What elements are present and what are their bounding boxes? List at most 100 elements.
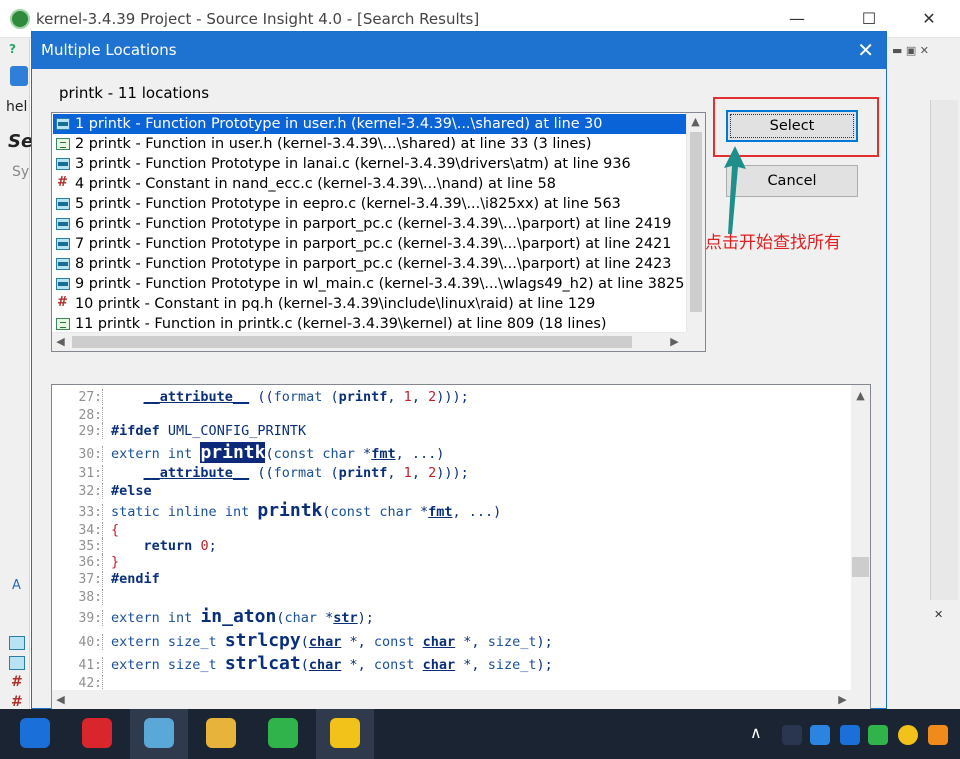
- wechat-tray-icon[interactable]: [868, 725, 888, 745]
- qq-icon[interactable]: [898, 725, 918, 745]
- scroll-left-arrow-icon[interactable]: ◀: [52, 333, 69, 350]
- right-scrollbar[interactable]: [930, 100, 958, 600]
- list-vertical-scrollbar[interactable]: ▲: [686, 113, 705, 332]
- maximize-button[interactable]: ☐: [846, 4, 892, 34]
- code-token: fmt: [428, 504, 453, 520]
- code-token: const: [330, 504, 372, 520]
- code-line[interactable]: 27: __attribute__ ((format (printf, 1, 2…: [52, 389, 850, 405]
- back-arrow-icon[interactable]: [10, 66, 28, 86]
- taskbar-app[interactable]: [192, 709, 250, 759]
- list-item[interactable]: 1 printk - Function Prototype in user.h …: [53, 114, 686, 134]
- code-line[interactable]: 32: #else: [52, 483, 850, 499]
- list-item[interactable]: 2 printk - Function in user.h (kernel-3.…: [53, 134, 686, 154]
- cat-icon[interactable]: [782, 725, 802, 745]
- code-line[interactable]: 38:: [52, 589, 850, 605]
- code-line[interactable]: 28:: [52, 407, 850, 423]
- search-panel-fragment: Se: [8, 131, 34, 152]
- code-token: extern: [111, 446, 160, 462]
- constant-icon: #: [11, 674, 23, 690]
- code-line[interactable]: 35: return 0;: [52, 538, 850, 554]
- constant-icon: #: [57, 295, 68, 310]
- left-panel-background: ? hel Se Sy A # #: [0, 38, 34, 710]
- list-item[interactable]: 9 printk - Function Prototype in wl_main…: [53, 274, 686, 294]
- code-line[interactable]: 39: extern int in_aton(char *str);: [52, 606, 850, 627]
- locations-listbox[interactable]: 1 printk - Function Prototype in user.h …: [51, 112, 706, 352]
- help-tab-fragment[interactable]: hel: [6, 99, 27, 115]
- code-scroll-thumb[interactable]: [852, 557, 869, 577]
- scroll-right-arrow-icon[interactable]: ▶: [666, 333, 683, 350]
- code-token: format: [273, 465, 323, 481]
- line-number: 39:: [78, 611, 102, 626]
- gutter-marker: [102, 538, 111, 554]
- code-token: printf: [338, 389, 388, 405]
- font-size-fragment[interactable]: A: [12, 578, 21, 593]
- code-horizontal-scrollbar[interactable]: ◀ ▶: [52, 690, 853, 709]
- panel-minimize-icon[interactable]: ▬ ▣ ✕: [892, 44, 929, 57]
- code-vertical-scrollbar[interactable]: ▲: [851, 385, 870, 691]
- dialog-title: Multiple Locations: [41, 41, 177, 59]
- close-button[interactable]: ✕: [906, 4, 952, 34]
- security-shield-icon[interactable]: [928, 725, 948, 745]
- symbol-input-fragment[interactable]: Sy: [12, 164, 29, 180]
- taskbar-app[interactable]: [68, 709, 126, 759]
- tray-chevron-icon[interactable]: ∧: [750, 723, 762, 742]
- select-button[interactable]: Select: [726, 110, 858, 142]
- code-line[interactable]: 30: extern int printk(const char *fmt, ..…: [52, 442, 850, 463]
- list-item[interactable]: 11 printk - Function in printk.c (kernel…: [53, 314, 686, 334]
- list-item[interactable]: 3 printk - Function Prototype in lanai.c…: [53, 154, 686, 174]
- code-line[interactable]: 41: extern size_t strlcat(char *, const c…: [52, 653, 850, 674]
- thunder-tray-icon[interactable]: [840, 725, 860, 745]
- code-token: char: [308, 657, 342, 673]
- scroll-up-arrow-icon[interactable]: ▲: [852, 387, 869, 404]
- source-insight-icon: [144, 718, 174, 748]
- scroll-up-arrow-icon[interactable]: ▲: [687, 113, 704, 130]
- taskbar-app[interactable]: [6, 709, 64, 759]
- code-line[interactable]: 40: extern size_t strlcpy(char *, const c…: [52, 630, 850, 651]
- list-item[interactable]: 6 printk - Function Prototype in parport…: [53, 214, 686, 234]
- code-line[interactable]: 36:}: [52, 554, 850, 570]
- scrollbar-corner: [851, 690, 870, 709]
- list-item-label: 11 printk - Function in printk.c (kernel…: [75, 316, 607, 332]
- code-token: inline: [167, 504, 217, 520]
- code-preview-pane[interactable]: 27: __attribute__ ((format (printf, 1, 2…: [51, 384, 871, 710]
- list-item-label: 9 printk - Function Prototype in wl_main…: [75, 276, 685, 292]
- gutter-marker: [102, 407, 111, 423]
- list-item-label: 3 printk - Function Prototype in lanai.c…: [75, 156, 631, 172]
- list-hscroll-thumb[interactable]: [72, 336, 632, 348]
- close-icon[interactable]: ✕: [934, 608, 943, 621]
- list-item-label: 2 printk - Function in user.h (kernel-3.…: [75, 136, 592, 152]
- code-token: ...: [468, 504, 494, 520]
- list-scroll-thumb[interactable]: [690, 132, 702, 312]
- function-icon: [56, 318, 70, 330]
- scroll-left-arrow-icon[interactable]: ◀: [52, 691, 69, 708]
- gutter-marker: [102, 657, 111, 673]
- list-item[interactable]: #10 printk - Constant in pq.h (kernel-3.…: [53, 294, 686, 314]
- code-line[interactable]: 42:: [52, 675, 850, 691]
- code-line[interactable]: 37: #endif: [52, 571, 850, 587]
- code-text: extern int in_aton(char *str);: [111, 606, 374, 627]
- code-line[interactable]: 31: __attribute__ ((format (printf, 1, 2…: [52, 465, 850, 481]
- list-item[interactable]: #4 printk - Constant in nand_ecc.c (kern…: [53, 174, 686, 194]
- list-horizontal-scrollbar[interactable]: ◀ ▶: [52, 332, 686, 351]
- scroll-right-arrow-icon[interactable]: ▶: [834, 691, 851, 708]
- minimize-button[interactable]: —: [774, 4, 820, 34]
- help-icon[interactable]: ?: [9, 42, 16, 56]
- main-window-title: kernel-3.4.39 Project - Source Insight 4…: [36, 10, 480, 28]
- line-number: 32:: [78, 484, 102, 499]
- taskbar-app[interactable]: [130, 709, 188, 759]
- code-line[interactable]: 34: {: [52, 522, 850, 538]
- line-number: 29:: [78, 424, 102, 439]
- code-token: 2: [428, 465, 437, 481]
- constant-icon: #: [57, 175, 68, 190]
- list-item[interactable]: 7 printk - Function Prototype in parport…: [53, 234, 686, 254]
- list-item[interactable]: 8 printk - Function Prototype in parport…: [53, 254, 686, 274]
- code-line[interactable]: 33: static inline int printk(const char *…: [52, 500, 850, 521]
- cloud-icon[interactable]: [810, 725, 830, 745]
- taskbar-app[interactable]: [316, 709, 374, 759]
- taskbar-app[interactable]: [254, 709, 312, 759]
- code-line[interactable]: 29: #ifdef UML_CONFIG_PRINTK: [52, 423, 850, 439]
- list-item-label: 1 printk - Function Prototype in user.h …: [75, 116, 603, 132]
- prototype-icon: [56, 238, 70, 250]
- list-item[interactable]: 5 printk - Function Prototype in eepro.c…: [53, 194, 686, 214]
- dialog-close-button[interactable]: ✕: [857, 38, 874, 62]
